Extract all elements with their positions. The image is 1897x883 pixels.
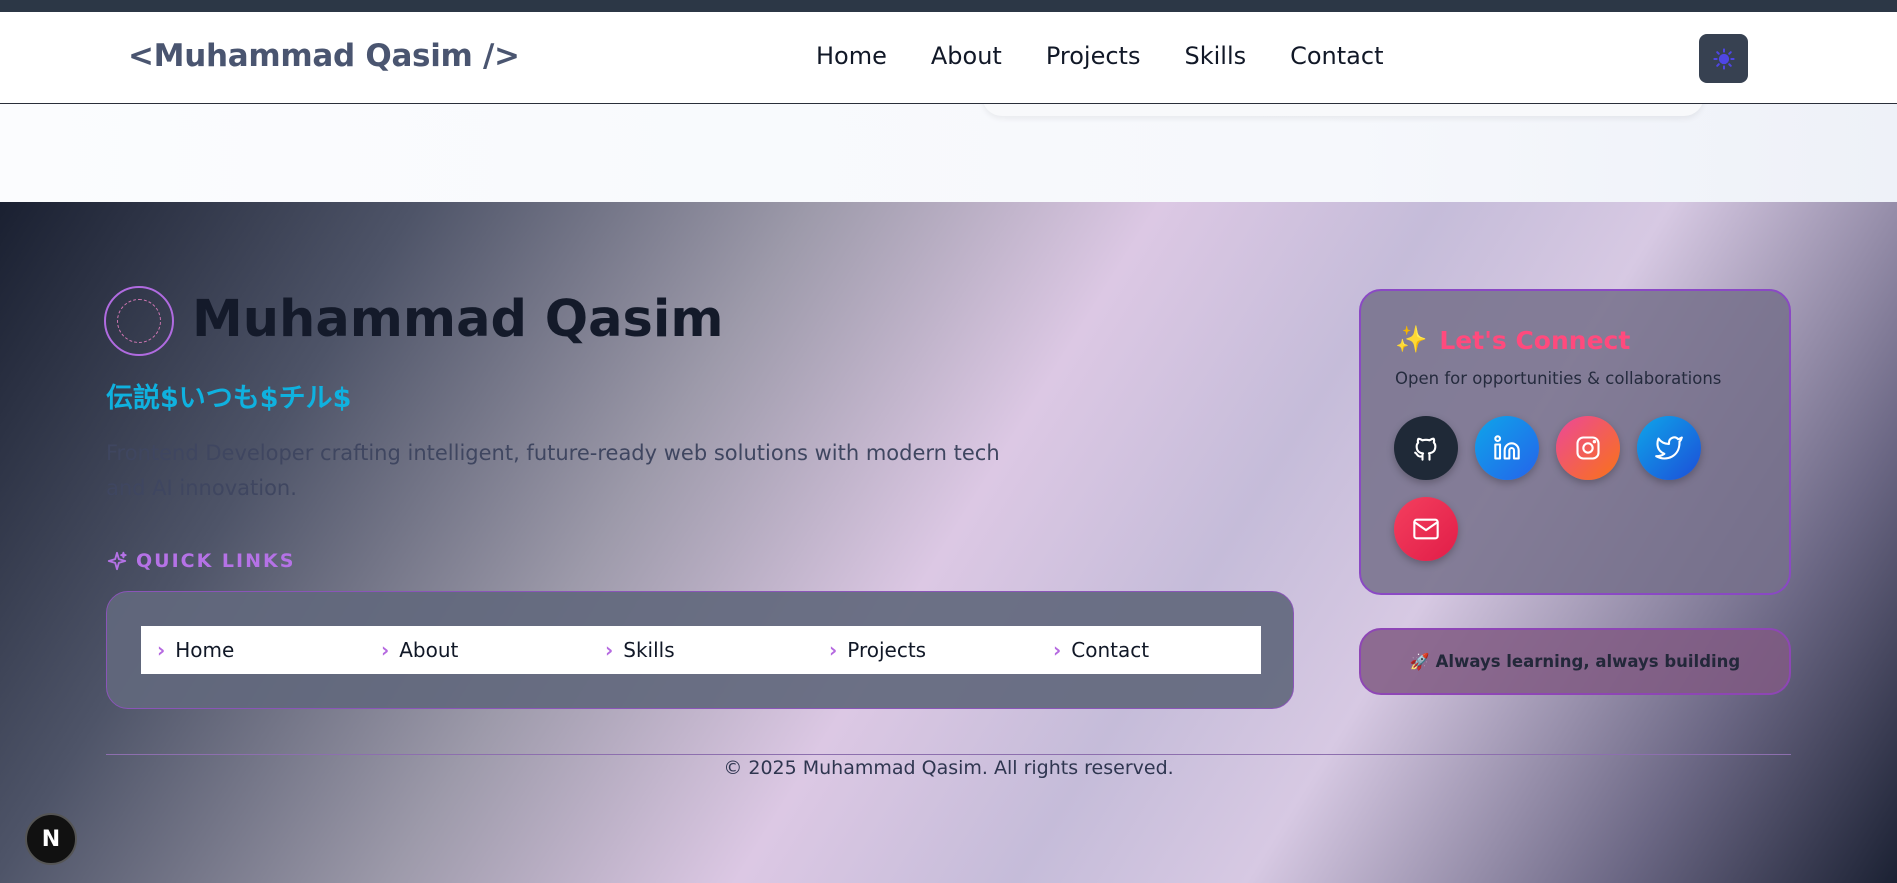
- chevron-right-icon: ›: [829, 638, 838, 662]
- upper-section: [0, 104, 1897, 202]
- twitter-button[interactable]: [1637, 416, 1701, 480]
- instagram-icon: [1576, 436, 1600, 460]
- github-icon: [1414, 437, 1437, 461]
- quick-links-title: QUICK LINKS: [136, 550, 296, 572]
- brand-logo[interactable]: <Muhammad Qasim />: [128, 38, 520, 74]
- chevron-right-icon: ›: [605, 638, 614, 662]
- learning-banner: 🚀 Always learning, always building: [1359, 628, 1791, 695]
- sparkle-icon: [107, 551, 127, 571]
- quick-links-heading: QUICK LINKS: [106, 550, 295, 572]
- quick-link-contact[interactable]: › Contact: [1037, 638, 1261, 662]
- nav-skills[interactable]: Skills: [1184, 42, 1246, 70]
- quick-link-home[interactable]: › Home: [141, 638, 365, 662]
- footer-logo-icon: [104, 286, 174, 356]
- nav-projects[interactable]: Projects: [1046, 42, 1141, 70]
- top-strip: [0, 0, 1897, 12]
- learning-text: Always learning, always building: [1435, 652, 1741, 671]
- connect-heading: ✨ Let's Connect: [1395, 325, 1630, 355]
- footer-description: Frontend Developer crafting intelligent,…: [106, 441, 1000, 500]
- nav-home[interactable]: Home: [816, 42, 887, 70]
- chevron-right-icon: ›: [381, 638, 390, 662]
- quick-links-box: › Home › About › Skills › Projects › Con…: [106, 591, 1294, 709]
- copyright-text: © 2025 Muhammad Qasim. All rights reserv…: [723, 757, 1174, 779]
- quick-link-label: Skills: [623, 638, 675, 662]
- footer-divider: [106, 754, 1791, 755]
- dev-badge-icon[interactable]: N: [25, 813, 77, 865]
- chevron-right-icon: ›: [1053, 638, 1062, 662]
- sparkles-icon: ✨: [1395, 325, 1428, 355]
- github-button[interactable]: [1394, 416, 1458, 480]
- instagram-button[interactable]: [1556, 416, 1620, 480]
- footer-tagline: 伝説$いつも$チル$: [106, 383, 352, 414]
- quick-links-list: › Home › About › Skills › Projects › Con…: [141, 626, 1261, 674]
- quick-link-skills[interactable]: › Skills: [589, 638, 813, 662]
- quick-link-label: About: [399, 638, 459, 662]
- rocket-icon: 🚀: [1409, 652, 1430, 671]
- chevron-right-icon: ›: [157, 638, 166, 662]
- connect-title: Let's Connect: [1439, 325, 1631, 355]
- quick-link-about[interactable]: › About: [365, 638, 589, 662]
- nav-contact[interactable]: Contact: [1290, 42, 1383, 70]
- linkedin-button[interactable]: [1475, 416, 1539, 480]
- quick-link-label: Contact: [1071, 638, 1150, 662]
- quick-link-label: Projects: [847, 638, 927, 662]
- connect-card: ✨ Let's Connect Open for opportunities &…: [1359, 289, 1791, 595]
- linkedin-icon: [1494, 435, 1520, 460]
- mail-icon: [1413, 518, 1439, 540]
- sun-icon: [1712, 47, 1735, 70]
- twitter-icon: [1655, 436, 1683, 460]
- nav-about[interactable]: About: [931, 42, 1002, 70]
- connect-subtitle: Open for opportunities & collaborations: [1395, 369, 1722, 388]
- theme-toggle-button[interactable]: [1699, 34, 1748, 83]
- footer-name: Muhammad Qasim: [192, 290, 724, 349]
- nav-links: Home About Projects Skills Contact: [816, 42, 1383, 70]
- quick-link-label: Home: [175, 638, 235, 662]
- quick-link-projects[interactable]: › Projects: [813, 638, 1037, 662]
- navbar: <Muhammad Qasim /> Home About Projects S…: [0, 12, 1897, 104]
- email-button[interactable]: [1394, 497, 1458, 561]
